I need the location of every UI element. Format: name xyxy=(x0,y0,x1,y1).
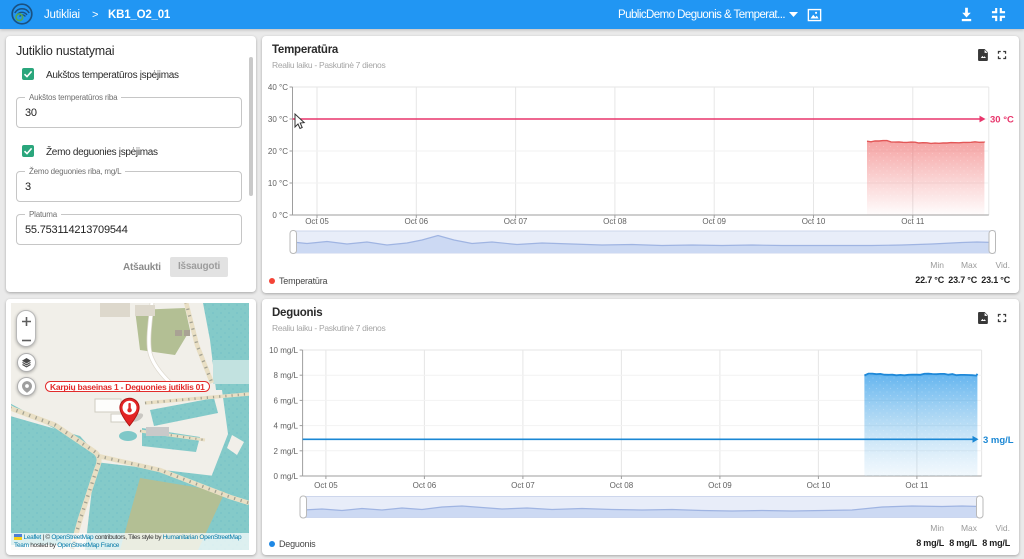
svg-text:8 mg/L: 8 mg/L xyxy=(274,371,299,380)
svg-text:4 mg/L: 4 mg/L xyxy=(274,422,299,431)
svg-text:Oct 11: Oct 11 xyxy=(905,481,929,490)
svg-text:40 °C: 40 °C xyxy=(268,83,288,92)
svg-text:0 °C: 0 °C xyxy=(272,211,288,220)
svg-text:10 °C: 10 °C xyxy=(268,179,288,188)
svg-text:Oct 07: Oct 07 xyxy=(504,217,528,226)
svg-text:Oct 11: Oct 11 xyxy=(901,217,925,226)
svg-text:Oct 10: Oct 10 xyxy=(802,217,826,226)
svg-text:Oct 08: Oct 08 xyxy=(603,217,627,226)
svg-text:30 °C: 30 °C xyxy=(990,115,1014,126)
svg-text:Oct 10: Oct 10 xyxy=(807,481,831,490)
svg-text:Oct 09: Oct 09 xyxy=(702,217,726,226)
svg-text:Oct 07: Oct 07 xyxy=(511,481,535,490)
svg-text:6 mg/L: 6 mg/L xyxy=(274,396,299,405)
svg-text:10 mg/L: 10 mg/L xyxy=(269,346,298,355)
svg-text:2 mg/L: 2 mg/L xyxy=(274,447,299,456)
svg-text:3 mg/L: 3 mg/L xyxy=(983,435,1014,446)
svg-text:Oct 05: Oct 05 xyxy=(305,217,329,226)
svg-text:Oct 06: Oct 06 xyxy=(413,481,437,490)
svg-text:Oct 08: Oct 08 xyxy=(610,481,634,490)
svg-text:20 °C: 20 °C xyxy=(268,147,288,156)
svg-text:Oct 09: Oct 09 xyxy=(708,481,732,490)
svg-text:30 °C: 30 °C xyxy=(268,115,288,124)
svg-text:0 mg/L: 0 mg/L xyxy=(274,472,299,481)
svg-text:Oct 05: Oct 05 xyxy=(314,481,338,490)
svg-text:Oct 06: Oct 06 xyxy=(405,217,429,226)
